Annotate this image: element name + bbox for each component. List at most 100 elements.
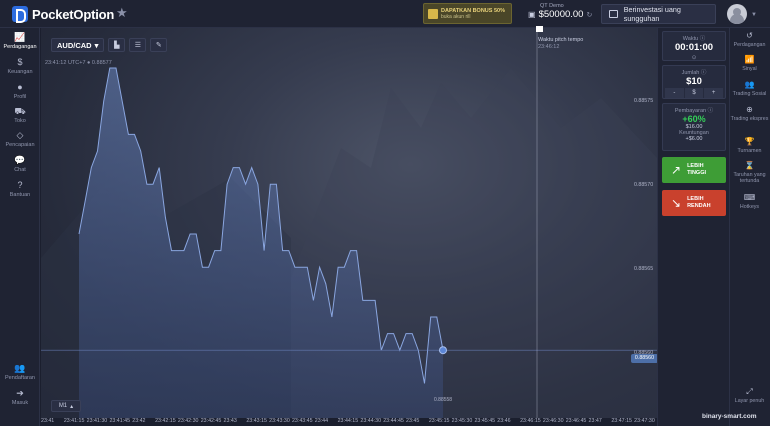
login-icon: ➔ [16,388,24,398]
sidebar-item-achievements[interactable]: ◇ Pencapaian [0,129,40,148]
time-value: 00:01:00 [674,42,714,53]
open-price: 0.88577 [91,60,112,66]
sidebar-item-pending-trades[interactable]: ⌛ Taruhan yang tertunda [729,161,770,184]
help-icon: ? [17,180,23,190]
amount-box[interactable]: Jumlah ⓘ $10 - $ + [662,65,726,99]
sidebar-item-signals[interactable]: 📶 Sinyal [729,55,770,72]
x-axis-label: 23:44:15 [337,418,359,424]
timeframe-label: M1 [58,403,68,409]
expiry-label: Waktu pitch tempo [538,37,584,43]
x-axis-label: 23:43:15 [246,418,267,424]
lower-label-1: LEBIH [687,196,704,202]
sidebar-item-trading[interactable]: 📈 Perdagangan [0,31,40,50]
x-axis-label: 23:45:30 [451,418,473,424]
sidebar-item-label: Taruhan yang tertunda [733,172,766,184]
sidebar-item-label: Bantuan [9,192,31,198]
diamond-icon: ◇ [16,130,24,140]
y-axis-label: 0.88565 [634,266,654,272]
history-icon: ↺ [746,31,753,40]
sidebar-item-label: Layar penuh [734,398,765,404]
sidebar-item-profile[interactable]: ● Profil [0,81,40,100]
sidebar-item-fullscreen[interactable]: ⤢ Layar penuh [729,387,770,404]
keyboard-icon: ⌨ [743,193,756,202]
x-axis-label: 23:43:30 [269,418,290,424]
sidebar-item-label: Perdagangan [3,44,37,50]
sidebar-item-help[interactable]: ? Bantuan [0,179,40,198]
amount-increase-button[interactable]: + [704,88,724,98]
x-axis-label: 23:44:45 [383,418,404,424]
payout-box: Pembayaran ⓘ +60% $16.00 Keuntungan +$6.… [662,103,726,151]
sidebar-item-trades[interactable]: ↺ Perdagangan [729,31,770,48]
x-axis-label: 23:42:45 [200,418,222,424]
y-axis-label: 0.88570 [634,182,654,188]
asset-selector[interactable]: AUD/CAD ▾ [51,38,105,52]
x-axis-label: 23:41:45 [109,418,131,424]
sidebar-item-finance[interactable]: $ Keuangan [0,56,40,75]
expiry-time: 23:46:12 [538,44,560,50]
sidebar-item-label: Keuangan [7,69,33,75]
refresh-icon[interactable]: ↻ [586,11,592,19]
sidebar-item-register[interactable]: 👥 Pendaftaran [0,362,40,381]
sliders-icon: ☰ [134,42,141,49]
sidebar-item-label: Masuk [11,400,29,406]
star-icon[interactable]: ★ [116,5,128,21]
x-axis-label: 23:45:45 [474,418,496,424]
chat-icon: 💬 [14,155,26,165]
timeframe-selector[interactable]: M1 ▴ [51,400,81,412]
sidebar-item-social-trading[interactable]: 👥 Trading Sosial [729,80,770,97]
x-axis-label: 23:47:15 [611,418,632,424]
lower-label-2: RENDAH [687,203,711,209]
arrow-down-icon: ↘ [671,196,682,210]
x-axis-label: 23:43 [223,418,237,424]
x-axis-label: 23:46:15 [520,418,541,424]
sidebar-item-shop[interactable]: ⛟ Toko [0,105,40,124]
user-icon: ● [17,82,23,92]
help-icon[interactable]: ⓘ [708,108,714,114]
amount-decrease-button[interactable]: - [665,88,684,98]
time-box[interactable]: Waktu ⓘ 00:01:00 ⊙ [662,31,726,61]
wallet-icon [609,10,618,18]
app-logo[interactable]: PocketOption [12,6,115,23]
x-axis-label: 23:45:15 [428,418,450,424]
chevron-down-icon[interactable]: ▼ [751,12,757,18]
sidebar-item-express-trading[interactable]: ⊕ Trading ekspres [729,105,770,122]
x-axis-label: 23:46:30 [542,418,564,424]
price-chart[interactable] [41,28,657,418]
pencil-icon: ✎ [155,42,162,49]
sidebar-item-tournaments[interactable]: 🏆 Turnamen [729,137,770,154]
currency-button[interactable]: $ [684,88,704,98]
sidebar-item-label: Trading Sosial [732,91,767,97]
sidebar-item-chat[interactable]: 💬 Chat [0,154,40,173]
server-time: 23:41:12 [45,60,67,66]
x-axis-label: 23:41 [41,418,55,424]
sidebar-item-label: Pencapaian [5,142,35,148]
signal-icon: 📶 [744,55,755,64]
sidebar-item-label: Turnamen [737,148,762,154]
current-price-marker [439,346,447,355]
sidebar-item-label: Toko [14,118,26,124]
profit-value: +$6.00 [685,136,703,142]
sidebar-item-login[interactable]: ➔ Masuk [0,387,40,406]
sidebar-item-hotkeys[interactable]: ⌨ Hotkeys [729,193,770,210]
x-axis-label: 23:46 [497,418,511,424]
x-axis-label: 23:47:30 [634,418,655,424]
lower-button[interactable]: ↘ LEBIH RENDAH [662,190,726,216]
account-balance[interactable]: QT Demo ▣ $50000.00 ↻ [528,3,592,20]
invest-real-button[interactable]: Berinvestasi uang sungguhan [601,4,716,24]
chevron-down-icon: ▾ [94,40,99,50]
drawing-button[interactable]: ✎ [150,38,168,52]
indicators-button[interactable]: ☰ [129,38,147,52]
chart-type-button[interactable]: ▙ [108,38,126,52]
wallet-icon: ▣ [528,10,536,19]
amount-value: $10 [686,76,702,87]
asset-pair-label: AUD/CAD [57,40,92,50]
sidebar-item-label: Trading ekspres [730,116,769,122]
x-axis-label: 23:45 [406,418,420,424]
higher-button[interactable]: ↗ LEBIH TINGGI [662,157,726,183]
sidebar-item-label: Hotkeys [739,204,760,210]
avatar[interactable] [727,4,747,24]
x-axis-label: 23:44 [314,418,329,424]
x-axis-label: 23:44:30 [360,418,382,424]
bonus-banner[interactable]: DAPATKAN BONUS 50% buka akun rill [423,3,512,24]
app-name: PocketOption [32,6,115,22]
